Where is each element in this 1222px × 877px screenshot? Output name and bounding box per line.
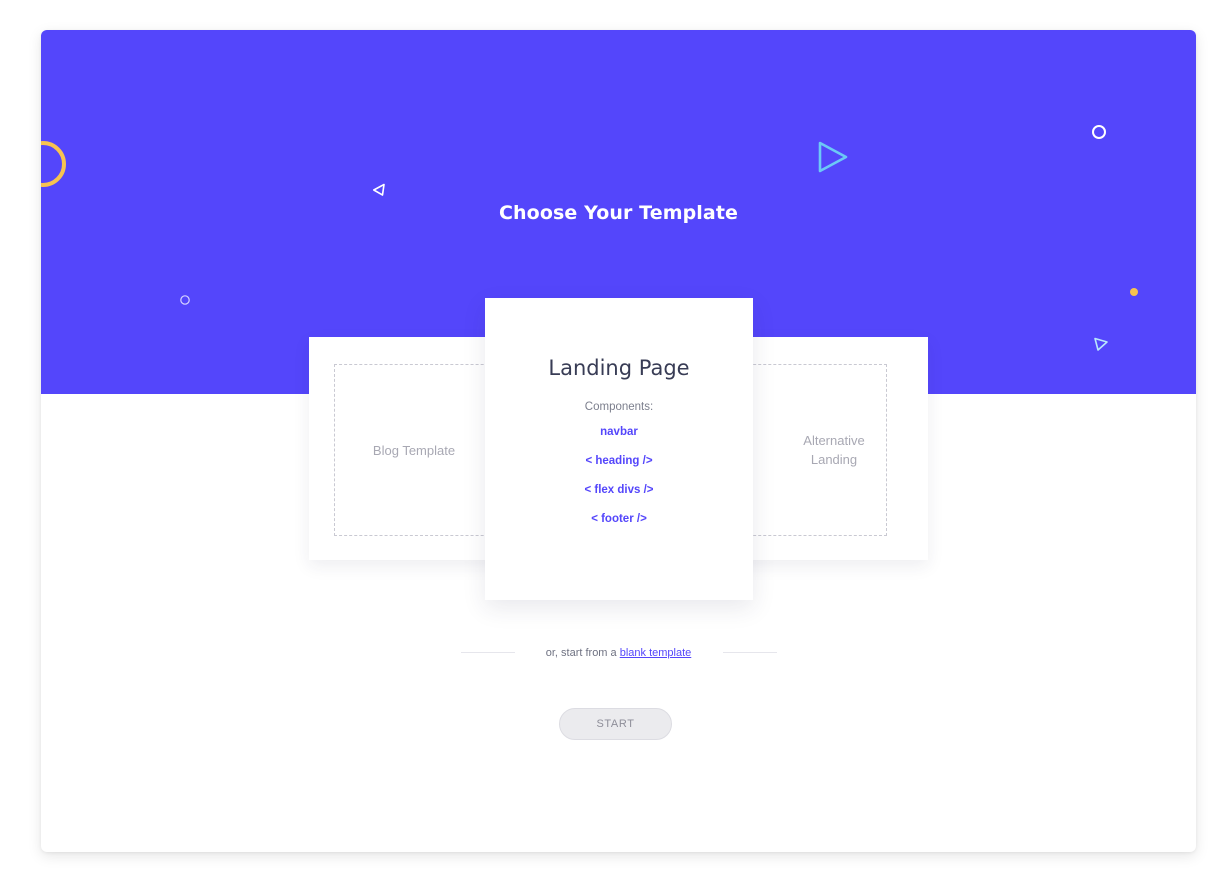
template-label: Blog Template	[372, 442, 456, 458]
template-title: Landing Page	[548, 356, 690, 380]
app-window: Choose Your Template Blog Template Alter…	[41, 30, 1196, 852]
small-ring-icon	[180, 295, 190, 305]
triangle-down-icon	[1094, 337, 1108, 351]
dot-icon	[1130, 288, 1138, 296]
component-item: < flex divs />	[584, 484, 654, 496]
component-item: navbar	[600, 426, 638, 438]
component-item: < footer />	[591, 513, 647, 525]
play-triangle-icon	[818, 141, 848, 173]
components-label: Components:	[584, 401, 654, 413]
component-item: < heading />	[585, 455, 653, 467]
blank-template-prefix: or, start from a	[545, 647, 617, 659]
components-list: navbar < heading /> < flex divs /> < foo…	[485, 424, 753, 540]
blank-template-prompt: or, start from a blank template	[41, 647, 1196, 659]
blank-template-link[interactable]: blank template	[620, 647, 692, 659]
template-label: Alternative Landing	[803, 433, 865, 467]
half-circle-icon	[41, 141, 66, 187]
page-title: Choose Your Template	[499, 202, 738, 224]
template-card-landing-page[interactable]: Landing Page Components: navbar < headin…	[485, 298, 753, 600]
start-button[interactable]: START	[559, 708, 672, 740]
ring-icon	[1092, 125, 1106, 139]
triangle-left-icon	[373, 183, 385, 196]
